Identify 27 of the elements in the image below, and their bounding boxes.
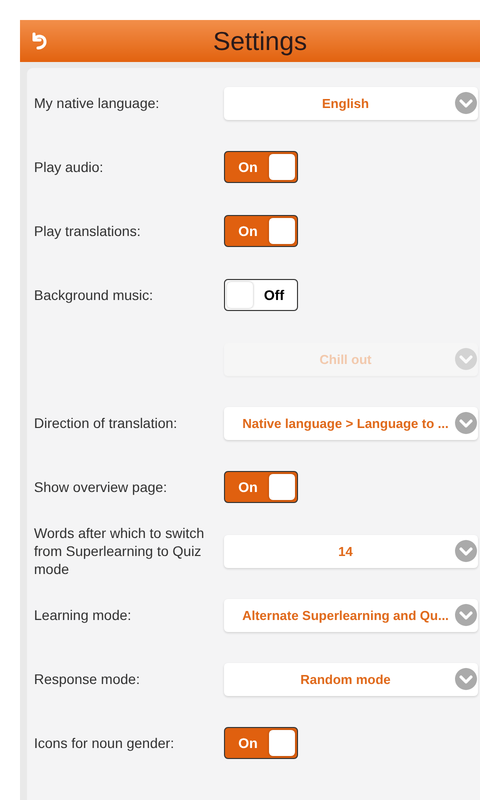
chevron-down-icon [455,668,477,690]
chevron-down-icon [455,348,477,370]
toggle-switch[interactable]: On [224,215,298,247]
setting-label: Learning mode: [34,607,132,623]
chevron-down-icon [455,412,477,434]
chevron-down-icon [455,92,477,114]
dropdown-select[interactable]: Native language > Language to ... [224,406,478,440]
setting-label: Icons for noun gender: [34,735,174,751]
setting-label: Play audio: [34,159,104,175]
setting-label: Background music: [34,287,154,303]
setting-label: Play translations: [34,223,141,239]
page-title: Settings [213,26,307,56]
chevron-down-icon [455,604,477,626]
chevron-down-icon [455,540,477,562]
setting-label: Words after which to switch from Superlearning to Quiz mode [34,525,204,577]
setting-label: Show overview page: [34,479,168,495]
setting-label: Direction of translation: [34,415,178,431]
toggle-switch[interactable]: On [224,151,298,183]
toggle-switch[interactable]: Off [224,279,298,311]
toggle-switch[interactable]: On [224,727,298,759]
setting-label: Response mode: [34,671,140,687]
dropdown-select[interactable]: English [224,86,478,120]
dropdown-select[interactable]: Random mode [224,662,478,696]
toggle-switch[interactable]: On [224,471,298,503]
setting-label: My native language: [34,95,160,111]
dropdown-select[interactable]: 14 [224,534,478,568]
dropdown-select[interactable]: Alternate Superlearning and Qu... [224,598,478,632]
